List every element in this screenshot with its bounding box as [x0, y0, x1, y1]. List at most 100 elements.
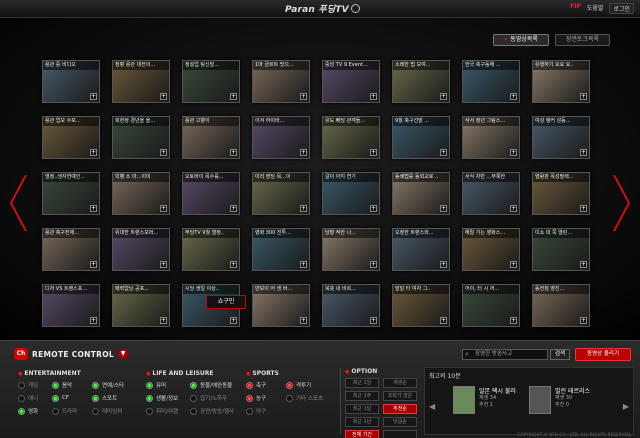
add-icon[interactable]: + [510, 205, 517, 212]
video-thumbnail[interactable]: 미리 엔딩 목...이 + [252, 172, 310, 215]
video-thumbnail[interactable]: 용관 축구전재... + [42, 228, 100, 271]
add-icon[interactable]: + [90, 261, 97, 268]
category-toggle[interactable]: 애니 [18, 393, 48, 403]
video-thumbnail[interactable]: 용관 고향이 + [182, 116, 240, 159]
video-thumbnail[interactable]: 디저 VS 트랜스포... + [42, 284, 100, 327]
add-icon[interactable]: + [440, 317, 447, 324]
video-thumbnail[interactable]: 오토바이 목수를... + [182, 172, 240, 215]
add-icon[interactable]: + [370, 317, 377, 324]
category-toggle[interactable]: 유머 [146, 380, 186, 390]
video-thumbnail[interactable]: 용관 업모 수포... + [42, 116, 100, 159]
add-icon[interactable]: + [440, 149, 447, 156]
category-toggle[interactable]: 동물/애완동물 [190, 380, 240, 390]
category-toggle[interactable]: 영화 [18, 406, 48, 416]
add-icon[interactable]: + [160, 93, 167, 100]
option-button[interactable] [383, 430, 417, 438]
option-button[interactable]: 최근 1달 [345, 404, 379, 414]
login-button[interactable]: 로그인 [609, 3, 634, 14]
add-icon[interactable]: + [580, 93, 587, 100]
tab-scene-talk-list[interactable]: 장면토크목록 [554, 34, 610, 46]
category-toggle[interactable]: 축구 [246, 380, 282, 390]
video-thumbnail[interactable]: 용관 중 비디오 + [42, 60, 100, 103]
add-icon[interactable]: + [510, 317, 517, 324]
video-thumbnail[interactable]: 미쇼 대 쪽 열린... + [532, 228, 590, 271]
add-icon[interactable]: + [580, 205, 587, 212]
add-icon[interactable]: + [230, 261, 237, 268]
category-toggle[interactable]: 엽기/노하우 [190, 393, 240, 403]
add-icon[interactable]: + [230, 317, 237, 324]
next-page-arrow[interactable] [612, 173, 632, 233]
video-thumbnail[interactable]: 동전짐 영진... + [532, 284, 590, 327]
category-toggle[interactable]: 야구 [246, 406, 282, 416]
add-icon[interactable]: + [440, 261, 447, 268]
help-link[interactable]: 도움말 [587, 3, 604, 14]
add-icon[interactable]: + [160, 317, 167, 324]
video-thumbnail[interactable]: 열정..생자연예인... + [42, 172, 100, 215]
category-toggle[interactable]: 드라마 [52, 406, 88, 416]
video-thumbnail[interactable]: 동쇄법를 동외교로 .. + [392, 172, 450, 215]
video-thumbnail[interactable]: 여성 앵커 성동... + [532, 116, 590, 159]
category-toggle[interactable]: 취미/여행 [146, 406, 186, 416]
add-icon[interactable]: + [160, 205, 167, 212]
add-icon[interactable]: + [90, 93, 97, 100]
category-toggle[interactable]: 공연/방송/행사 [190, 406, 240, 416]
add-icon[interactable]: + [580, 317, 587, 324]
add-icon[interactable]: + [230, 93, 237, 100]
search-input[interactable]: 장영한 방송사고 [462, 349, 548, 360]
option-button[interactable]: 재생순 [383, 378, 417, 388]
video-thumbnail[interactable]: 북쑛 내 비르... + [322, 284, 380, 327]
video-thumbnail[interactable]: 오정한 트랜스와... + [392, 228, 450, 271]
site-logo[interactable]: Paran 푸딩TV [285, 2, 360, 15]
add-icon[interactable]: + [370, 93, 377, 100]
add-icon[interactable]: + [300, 261, 307, 268]
add-icon[interactable]: + [580, 261, 587, 268]
category-toggle[interactable]: 격투기 [286, 380, 332, 390]
add-icon[interactable]: + [90, 205, 97, 212]
top10-item[interactable]: 빌린 테르리스 재생 30 추천 0 [529, 386, 611, 416]
video-thumbnail[interactable]: 매력없님 공포... + [112, 284, 170, 327]
category-toggle[interactable]: 게임 [18, 380, 48, 390]
add-icon[interactable]: + [510, 149, 517, 156]
category-toggle[interactable]: 생활/정보 [146, 393, 186, 403]
add-icon[interactable]: + [370, 149, 377, 156]
video-thumbnail[interactable]: 1마 금르트 맛으... + [252, 60, 310, 103]
prev-page-arrow[interactable] [8, 173, 28, 233]
video-thumbnail[interactable]: 어이, 터 시 꺼... + [462, 284, 520, 327]
add-icon[interactable]: + [580, 149, 587, 156]
top10-next-icon[interactable]: ▶ [623, 402, 629, 411]
video-thumbnail[interactable]: 해릴 기는 영화스... + [462, 228, 520, 271]
video-thumbnail[interactable]: 정평 용관 대전의... + [112, 60, 170, 103]
add-icon[interactable]: + [300, 149, 307, 156]
option-button[interactable]: 최근 1주 [345, 391, 379, 401]
upload-video-button[interactable]: 동영상 올리기 [575, 348, 631, 361]
video-thumbnail[interactable]: 정설업 팅신발... + [182, 60, 240, 103]
video-thumbnail[interactable]: 발달 타 여자 그.. + [392, 284, 450, 327]
add-icon[interactable]: + [300, 317, 307, 324]
category-toggle[interactable]: 기타 스포츠 [286, 393, 332, 403]
video-thumbnail[interactable]: 회현정 경년을 올... + [112, 116, 170, 159]
add-icon[interactable]: + [510, 261, 517, 268]
add-icon[interactable]: + [300, 93, 307, 100]
video-thumbnail[interactable]: 유도 빠딩 관객들... + [322, 116, 380, 159]
video-thumbnail[interactable]: 유행하기 요요 요.. + [532, 60, 590, 103]
category-toggle[interactable]: 스포트 [92, 393, 136, 403]
video-thumbnail[interactable]: 한국 축구동해 ... + [462, 60, 520, 103]
option-button[interactable]: 추천순 [383, 404, 417, 414]
video-thumbnail[interactable]: 영화 300 진투... + [252, 228, 310, 271]
video-thumbnail[interactable]: 빅뱅 소 마...이미 + [112, 172, 170, 215]
add-icon[interactable]: + [160, 261, 167, 268]
category-toggle[interactable]: CF [52, 393, 88, 403]
add-icon[interactable]: + [160, 149, 167, 156]
fip-link[interactable]: FIP [570, 3, 581, 14]
option-button[interactable]: 댓글순 [383, 417, 417, 427]
video-thumbnail[interactable]: 푸딩TV 9월 열정.. + [182, 228, 240, 271]
search-button[interactable]: 검색 [550, 349, 570, 360]
top10-item[interactable]: 일본 택시 불러 재생 34 추천 1 [453, 386, 535, 416]
video-thumbnail[interactable]: 삭서 정년 그림스... + [462, 116, 520, 159]
add-icon[interactable]: + [510, 93, 517, 100]
video-thumbnail[interactable]: 열람판 목성필렉... + [532, 172, 590, 215]
add-icon[interactable]: + [370, 261, 377, 268]
option-button[interactable]: 전체 기간 [345, 430, 379, 438]
add-icon[interactable]: + [90, 317, 97, 324]
option-button[interactable]: 조회가 많은 [383, 391, 417, 401]
